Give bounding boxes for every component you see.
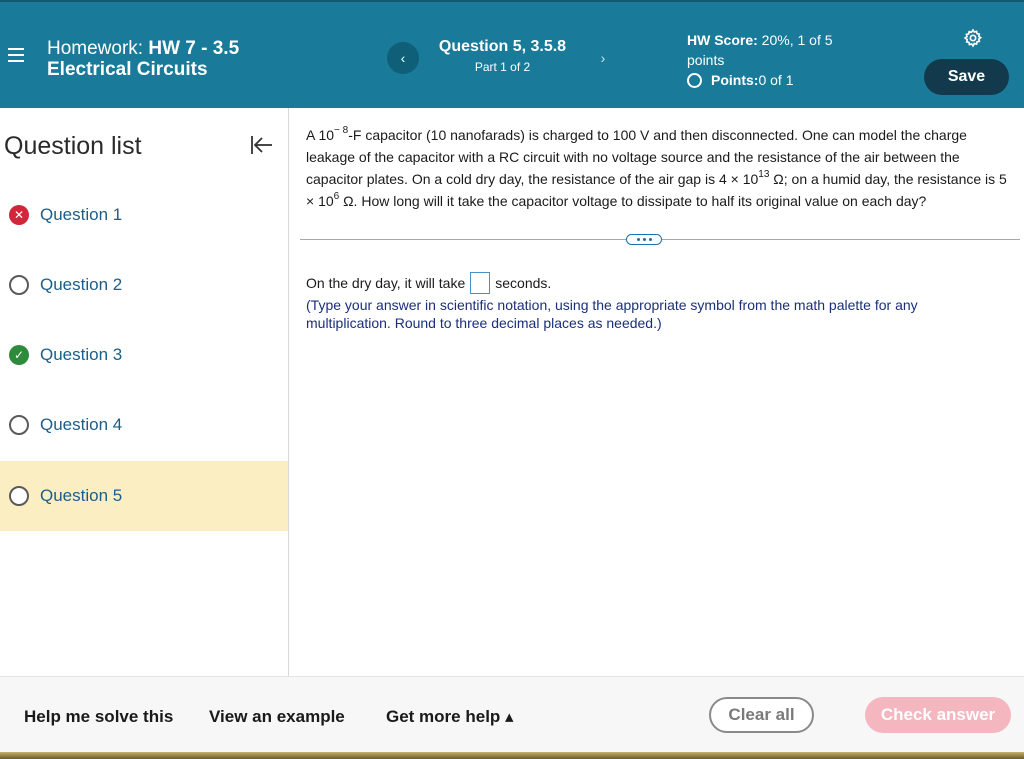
answer-suffix: seconds. bbox=[495, 275, 552, 291]
question-text-part: A 10 bbox=[306, 127, 335, 143]
title-prefix: Homework: bbox=[47, 38, 149, 59]
help-me-solve-button[interactable]: Help me solve this bbox=[24, 707, 173, 727]
footer-bar: Help me solve this View an example Get m… bbox=[0, 676, 1024, 752]
hw-score-value: 20%, 1 of 5 bbox=[757, 32, 833, 48]
window-bottom-edge bbox=[0, 752, 1024, 759]
exponent: 13 bbox=[758, 169, 770, 180]
unanswered-icon bbox=[9, 415, 29, 435]
question-list-title: Question list bbox=[4, 132, 142, 160]
hw-score-unit: points bbox=[687, 52, 725, 68]
expand-more-button[interactable] bbox=[626, 234, 662, 245]
homework-title: Homework: HW 7 - 3.5 Electrical Circuits bbox=[47, 38, 239, 80]
hw-score: HW Score: 20%, 1 of 5 points Points: 0 o… bbox=[687, 30, 867, 90]
check-answer-button[interactable]: Check answer bbox=[865, 697, 1011, 733]
question-list-item-5[interactable]: Question 5 bbox=[0, 461, 288, 531]
question-area: A 10− 8-F capacitor (10 nanofarads) is c… bbox=[290, 108, 1024, 676]
unanswered-icon bbox=[9, 275, 29, 295]
hw-score-label: HW Score: bbox=[687, 32, 758, 48]
answer-prefix: On the dry day, it will take bbox=[306, 275, 466, 291]
unanswered-icon bbox=[9, 486, 29, 506]
question-list-item-4[interactable]: Question 4 bbox=[0, 390, 288, 460]
title-section: Electrical Circuits bbox=[47, 59, 208, 80]
question-label: Question 5 bbox=[40, 486, 123, 505]
clear-all-button[interactable]: Clear all bbox=[709, 697, 814, 733]
question-label: Question 3 bbox=[40, 345, 123, 364]
incorrect-icon: ✕ bbox=[9, 205, 29, 225]
question-list-item-3[interactable]: ✓ Question 3 bbox=[0, 320, 288, 390]
collapse-sidebar-icon[interactable] bbox=[250, 134, 274, 156]
points-row: Points: 0 of 1 bbox=[687, 70, 867, 90]
question-list-item-1[interactable]: ✕ Question 1 bbox=[0, 180, 288, 250]
title-assignment: HW 7 - 3.5 bbox=[148, 38, 240, 59]
chevron-right-icon: › bbox=[600, 50, 606, 66]
question-info: Question 5, 3.5.8 Part 1 of 2 bbox=[420, 38, 585, 74]
answer-input[interactable] bbox=[470, 272, 491, 294]
top-header: Homework: HW 7 - 3.5 Electrical Circuits… bbox=[0, 0, 1024, 108]
correct-icon: ✓ bbox=[9, 345, 29, 365]
question-label: Question 4 bbox=[40, 415, 123, 434]
chevron-left-icon: ‹ bbox=[400, 50, 406, 66]
points-value: 0 of 1 bbox=[758, 72, 794, 88]
save-button[interactable]: Save bbox=[924, 59, 1009, 95]
question-text: A 10− 8-F capacitor (10 nanofarads) is c… bbox=[306, 124, 1018, 212]
previous-question-button[interactable]: ‹ bbox=[387, 42, 419, 74]
question-label: Question 1 bbox=[40, 205, 123, 224]
answer-line: On the dry day, it will take seconds. bbox=[306, 272, 551, 294]
question-title: Question 5, 3.5.8 bbox=[438, 38, 567, 55]
points-status-icon bbox=[687, 72, 702, 88]
next-question-button[interactable]: › bbox=[587, 42, 619, 74]
question-list-sidebar: Question list ✕ Question 1 Question 2 ✓ … bbox=[0, 108, 289, 676]
get-more-help-button[interactable]: Get more help ▴ bbox=[386, 707, 514, 727]
points-label: Points: bbox=[711, 72, 759, 88]
menu-icon[interactable] bbox=[8, 48, 24, 64]
question-label: Question 2 bbox=[40, 275, 123, 294]
question-part: Part 1 of 2 bbox=[474, 60, 531, 74]
question-list-item-2[interactable]: Question 2 bbox=[0, 250, 288, 320]
view-example-button[interactable]: View an example bbox=[209, 707, 345, 727]
question-text-part: Ω. How long will it take the capacitor v… bbox=[339, 193, 927, 209]
answer-hint: (Type your answer in scientific notation… bbox=[306, 297, 918, 331]
exponent: − 8 bbox=[334, 125, 349, 136]
gear-icon[interactable] bbox=[963, 28, 983, 48]
